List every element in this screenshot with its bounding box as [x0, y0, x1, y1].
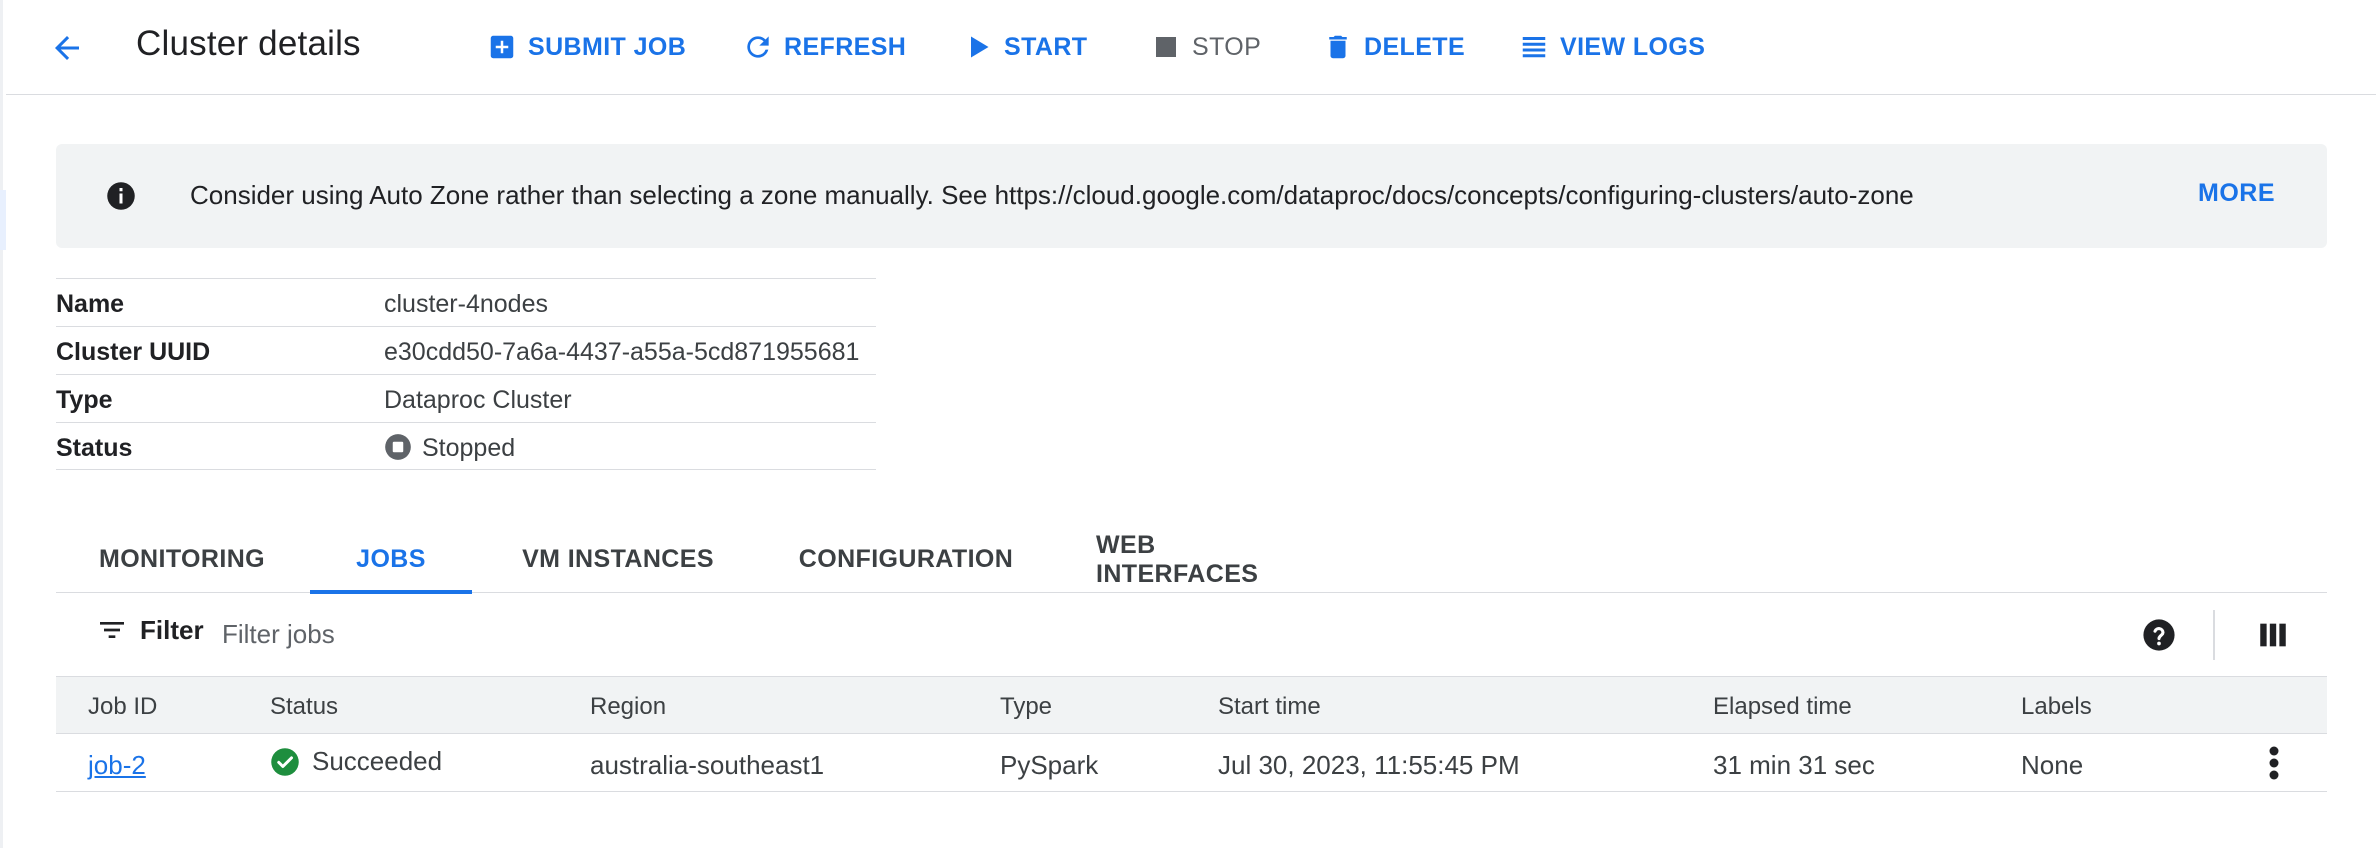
refresh-icon: [742, 31, 774, 63]
details-row-name: Name cluster-4nodes: [56, 278, 876, 326]
details-key: Type: [56, 386, 113, 414]
details-row-uuid: Cluster UUID e30cdd50-7a6a-4437-a55a-5cd…: [56, 326, 876, 374]
tab-jobs[interactable]: JOBS: [310, 526, 472, 594]
column-header-job-id[interactable]: Job ID: [88, 693, 157, 721]
table-row: job-2 Succeeded australia-southeast1 PyS…: [56, 734, 2327, 792]
job-labels: None: [2021, 750, 2084, 780]
cluster-tabs: MONITORING JOBS VM INSTANCES CONFIGURATI…: [56, 526, 2327, 594]
column-display-icon[interactable]: [2256, 618, 2290, 652]
details-key: Name: [56, 290, 125, 318]
delete-label: DELETE: [1364, 32, 1466, 61]
start-button[interactable]: START: [962, 27, 1087, 67]
filter-jobs-input[interactable]: [222, 616, 1422, 652]
stop-label: STOP: [1192, 32, 1262, 61]
delete-button[interactable]: DELETE: [1322, 27, 1465, 67]
status-value: Stopped: [384, 433, 516, 463]
filter-list-icon: [100, 622, 124, 638]
submit-job-button[interactable]: SUBMIT JOB: [486, 27, 686, 67]
job-status-text: Succeeded: [312, 746, 443, 776]
job-id-link[interactable]: job-2: [88, 750, 146, 781]
tab-configuration[interactable]: CONFIGURATION: [799, 526, 1013, 593]
banner-message: Consider using Auto Zone rather than sel…: [190, 180, 1914, 210]
refresh-label: REFRESH: [784, 32, 907, 61]
job-start-time: Jul 30, 2023, 11:55:45 PM: [1218, 750, 1520, 780]
tab-vm-instances[interactable]: VM INSTANCES: [520, 526, 716, 593]
details-key: Status: [56, 434, 133, 462]
jobs-table-header: Job ID Status Region Type Start time Ela…: [56, 676, 2327, 734]
details-value: Dataproc Cluster: [384, 386, 572, 414]
play-icon: [962, 31, 994, 63]
details-value: e30cdd50-7a6a-4437-a55a-5cd871955681: [384, 338, 860, 366]
job-type: PySpark: [1000, 750, 1099, 780]
check-circle-icon: [271, 747, 299, 776]
list-icon: [1518, 31, 1550, 63]
details-value: cluster-4nodes: [384, 290, 548, 318]
submit-job-label: SUBMIT JOB: [528, 32, 687, 61]
column-header-region[interactable]: Region: [590, 693, 666, 721]
back-button[interactable]: [44, 28, 90, 68]
tab-web-interfaces[interactable]: WEB INTERFACES: [1096, 526, 1314, 593]
left-rail: [0, 0, 3, 848]
details-row-status: Status Stopped: [56, 422, 876, 470]
arrow-back-icon: [55, 36, 79, 60]
column-header-start-time[interactable]: Start time: [1218, 693, 1321, 721]
trash-icon: [1322, 31, 1354, 63]
filter-button[interactable]: Filter: [96, 614, 204, 646]
banner-more-button[interactable]: MORE: [2198, 179, 2275, 208]
add-box-icon: [486, 31, 518, 63]
stopped-status-icon: [385, 433, 411, 460]
column-header-labels[interactable]: Labels: [2021, 693, 2092, 721]
start-label: START: [1004, 32, 1088, 61]
stop-icon: [1150, 31, 1182, 63]
more-vert-icon: [2269, 746, 2279, 780]
jobs-table: Job ID Status Region Type Start time Ela…: [56, 676, 2327, 792]
page-title: Cluster details: [136, 24, 361, 63]
column-header-elapsed-time[interactable]: Elapsed time: [1713, 693, 1852, 721]
job-status: Succeeded: [270, 746, 442, 777]
help-icon[interactable]: [2142, 618, 2176, 652]
row-actions-menu-button[interactable]: [2256, 744, 2292, 782]
view-logs-button[interactable]: VIEW LOGS: [1518, 27, 1705, 67]
info-icon: [107, 182, 135, 210]
details-key: Cluster UUID: [56, 338, 211, 366]
refresh-button[interactable]: REFRESH: [742, 27, 906, 67]
job-region: australia-southeast1: [590, 750, 825, 780]
auto-zone-banner: Consider using Auto Zone rather than sel…: [56, 144, 2327, 248]
column-header-status[interactable]: Status: [270, 693, 338, 721]
job-elapsed-time: 31 min 31 sec: [1713, 750, 1875, 780]
toolbar-divider: [2213, 610, 2215, 660]
stop-button[interactable]: STOP: [1150, 27, 1261, 67]
filter-label: Filter: [140, 614, 204, 645]
cluster-details-page: Cluster details SUBMIT JOB REFRESH START…: [0, 0, 2376, 848]
tab-monitoring[interactable]: MONITORING: [56, 526, 308, 593]
cluster-details-table: Name cluster-4nodes Cluster UUID e30cdd5…: [56, 278, 876, 470]
view-logs-label: VIEW LOGS: [1560, 32, 1706, 61]
jobs-filter-bar: Filter: [56, 594, 2327, 676]
page-header: Cluster details SUBMIT JOB REFRESH START…: [6, 0, 2376, 95]
details-row-type: Type Dataproc Cluster: [56, 374, 876, 422]
column-header-type[interactable]: Type: [1000, 693, 1052, 721]
rail-selection-mark: [0, 190, 6, 250]
status-text: Stopped: [422, 434, 516, 462]
